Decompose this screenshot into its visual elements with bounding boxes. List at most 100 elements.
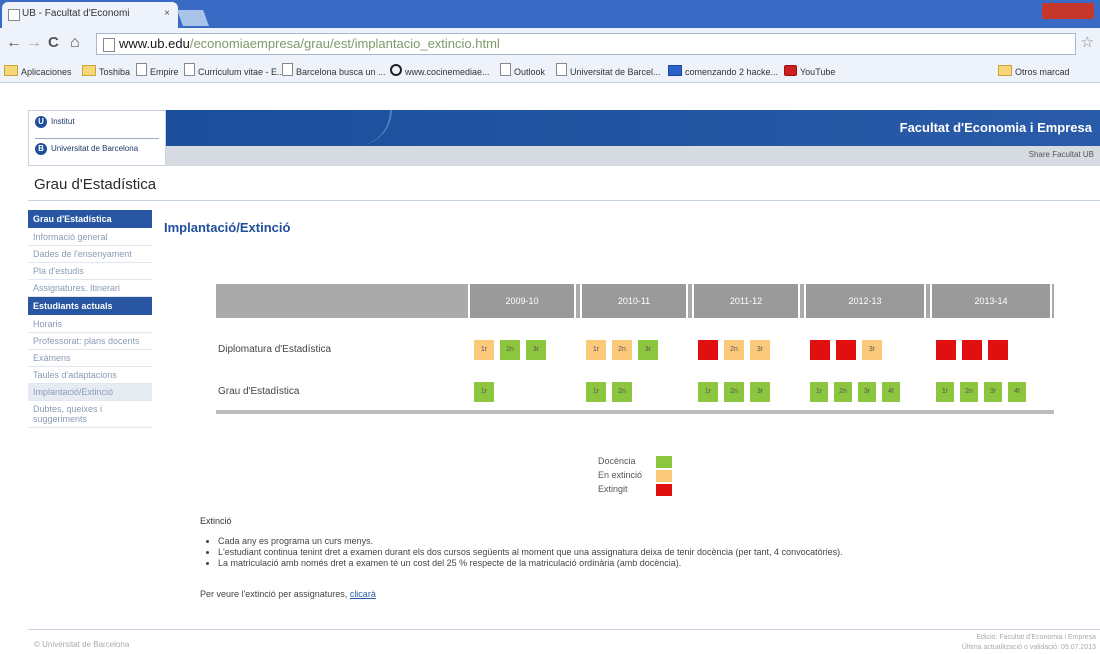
see-more-link[interactable]: clicarà xyxy=(350,589,376,599)
sidebar-section-heading[interactable]: Estudiants actuals xyxy=(28,297,152,315)
university-logo[interactable]: U Institut B Universitat de Barcelona xyxy=(28,110,166,166)
year-header: 2009-10 xyxy=(468,284,576,318)
footer-updated: Última actualització o validació: 09.07.… xyxy=(961,644,1096,651)
bookmark-item[interactable]: www.cocinemediae... xyxy=(390,62,490,82)
course-cell-docencia: 1r xyxy=(698,382,718,402)
course-cell-docencia: 3r xyxy=(984,382,1002,402)
folder-icon xyxy=(82,65,96,76)
sidebar-item[interactable]: Dubtes, queixes i suggeriments xyxy=(28,401,152,428)
legend-item: En extinció xyxy=(598,470,688,484)
legend-item: Docència xyxy=(598,456,688,470)
site-title: Grau d'Estadística xyxy=(34,176,157,193)
note-item: L'estudiant continua tenint dret a exame… xyxy=(218,547,843,558)
page-icon xyxy=(556,63,567,76)
logo-bottom-text: Universitat de Barcelona xyxy=(51,144,139,154)
bookmark-label: YouTube xyxy=(800,67,836,77)
bookmark-label: Barcelona busca un ... xyxy=(296,67,386,77)
bookmark-item[interactable]: Empire xyxy=(136,62,179,82)
course-cell-docencia: 1r xyxy=(810,382,828,402)
sidebar-nav: Grau d'Estadística Informació general Dade… xyxy=(28,210,152,428)
course-cell-docencia: 1r xyxy=(474,382,494,402)
note-item: Cada any es programa un curs menys. xyxy=(218,536,843,547)
bookmark-label: Outlook xyxy=(514,67,546,77)
browser-toolbar: ← → C ⌂ www.ub.edu/economiaempresa/grau/… xyxy=(0,28,1100,62)
see-more-label: Per veure l'extinció per assignatures, xyxy=(200,589,348,599)
bookmark-item[interactable]: Aplicaciones xyxy=(4,62,72,82)
sidebar-item[interactable]: Pla d'estudis xyxy=(28,263,152,280)
course-cell-docencia: 3r xyxy=(526,340,546,360)
bookmark-star-icon[interactable]: ☆ xyxy=(1081,33,1094,51)
course-cell-extincio: 3r xyxy=(862,340,882,360)
legend-swatch xyxy=(656,484,672,496)
home-icon[interactable]: ⌂ xyxy=(70,34,80,52)
bookmark-item[interactable]: Otros marcad xyxy=(998,62,1070,82)
bookmark-item[interactable]: Toshiba xyxy=(82,62,130,82)
page-icon xyxy=(136,63,147,76)
legend-item: Extingit xyxy=(598,484,688,498)
bookmark-item[interactable]: Barcelona busca un ... xyxy=(282,62,386,82)
sidebar-item[interactable]: Dades de l'ensenyament xyxy=(28,246,152,263)
year-header: 2010-11 xyxy=(580,284,688,318)
legend-label: Docència xyxy=(598,456,636,466)
course-cell-extingit xyxy=(836,340,856,360)
course-cell-extingit xyxy=(810,340,830,360)
bookmark-item[interactable]: Universitat de Barcel... xyxy=(556,62,661,82)
browser-tab[interactable]: UB - Facultat d'Economi × xyxy=(2,2,178,28)
forward-icon[interactable]: → xyxy=(26,34,42,52)
bookmark-item[interactable]: Outlook xyxy=(500,62,545,82)
bookmarks-bar: Aplicaciones Toshiba Empire Curriculum vita… xyxy=(0,62,1100,83)
sidebar-item[interactable]: Assignatures. Itinerari xyxy=(28,280,152,297)
tab-close-icon[interactable]: × xyxy=(164,2,170,26)
page-icon xyxy=(282,63,293,76)
sidebar-item[interactable]: Horaris xyxy=(28,316,152,333)
program-label: Diplomatura d'Estadística xyxy=(218,344,332,355)
legend-swatch xyxy=(656,456,672,468)
bookmark-label: Aplicaciones xyxy=(21,67,72,77)
back-icon[interactable]: ← xyxy=(6,34,22,52)
sidebar-item[interactable]: Exàmens xyxy=(28,350,152,367)
legend-label: Extingit xyxy=(598,484,628,494)
reload-icon[interactable]: C xyxy=(48,34,59,51)
course-cell-extincio: 1r xyxy=(586,340,606,360)
course-cell-docencia: 2n xyxy=(612,382,632,402)
site-title-bar: Grau d'Estadística xyxy=(28,170,1100,201)
footer-divider xyxy=(28,629,1100,630)
sidebar-item[interactable]: Taules d'adaptacions xyxy=(28,367,152,384)
course-cell-docencia: 1r xyxy=(936,382,954,402)
bookmark-item[interactable]: YouTube xyxy=(784,62,835,82)
course-cell-docencia: 1r xyxy=(586,382,606,402)
course-cell-docencia: 3r xyxy=(750,382,770,402)
course-cell-docencia: 3r xyxy=(858,382,876,402)
header-links[interactable]: Share Facultat UB xyxy=(1029,150,1094,159)
new-tab-button[interactable] xyxy=(177,10,209,26)
course-cell-docencia: 4t xyxy=(1008,382,1026,402)
footer-copyright: © Universitat de Barcelona xyxy=(34,640,130,649)
note-item: La matriculació amb només dret a examen … xyxy=(218,558,843,569)
bookmark-label: Otros marcad xyxy=(1015,67,1070,77)
window-close-button[interactable] xyxy=(1042,3,1094,19)
sidebar-section-heading[interactable]: Grau d'Estadística xyxy=(28,210,152,228)
legend: Docència En extinció Extingit xyxy=(598,456,688,498)
url-host: www.ub.edu xyxy=(119,36,190,51)
bookmark-label: Universitat de Barcel... xyxy=(570,67,661,77)
course-cell-extingit xyxy=(698,340,718,360)
program-label: Grau d'Estadística xyxy=(218,386,300,397)
bookmark-item[interactable]: comenzando 2 hacke... xyxy=(668,62,778,82)
course-cell-docencia: 2n xyxy=(724,382,744,402)
sidebar-item[interactable]: Informació general xyxy=(28,229,152,246)
footer-edition: Edició: Facultat d'Economia i Empresa xyxy=(976,634,1096,641)
extinction-notes: Cada any es programa un curs menys.L'est… xyxy=(204,536,843,569)
header-subbar: Share Facultat UB xyxy=(160,146,1100,166)
sidebar-item[interactable]: Implantació/Extinció xyxy=(28,384,152,401)
course-cell-docencia: 2n xyxy=(500,340,520,360)
faculty-title: Facultat d'Economia i Empresa xyxy=(899,120,1092,135)
address-bar[interactable]: www.ub.edu/economiaempresa/grau/est/impl… xyxy=(96,33,1076,55)
bookmark-item[interactable]: Curriculum vitae - E... xyxy=(184,62,285,82)
legend-swatch xyxy=(656,470,672,482)
logo-top-text: Institut xyxy=(51,117,75,127)
sidebar-item[interactable]: Professorat: plans docents xyxy=(28,333,152,350)
course-cell-docencia: 4t xyxy=(882,382,900,402)
bookmark-label: Toshiba xyxy=(99,67,131,77)
page-title: Implantació/Extinció xyxy=(164,220,291,235)
page-icon xyxy=(500,63,511,76)
